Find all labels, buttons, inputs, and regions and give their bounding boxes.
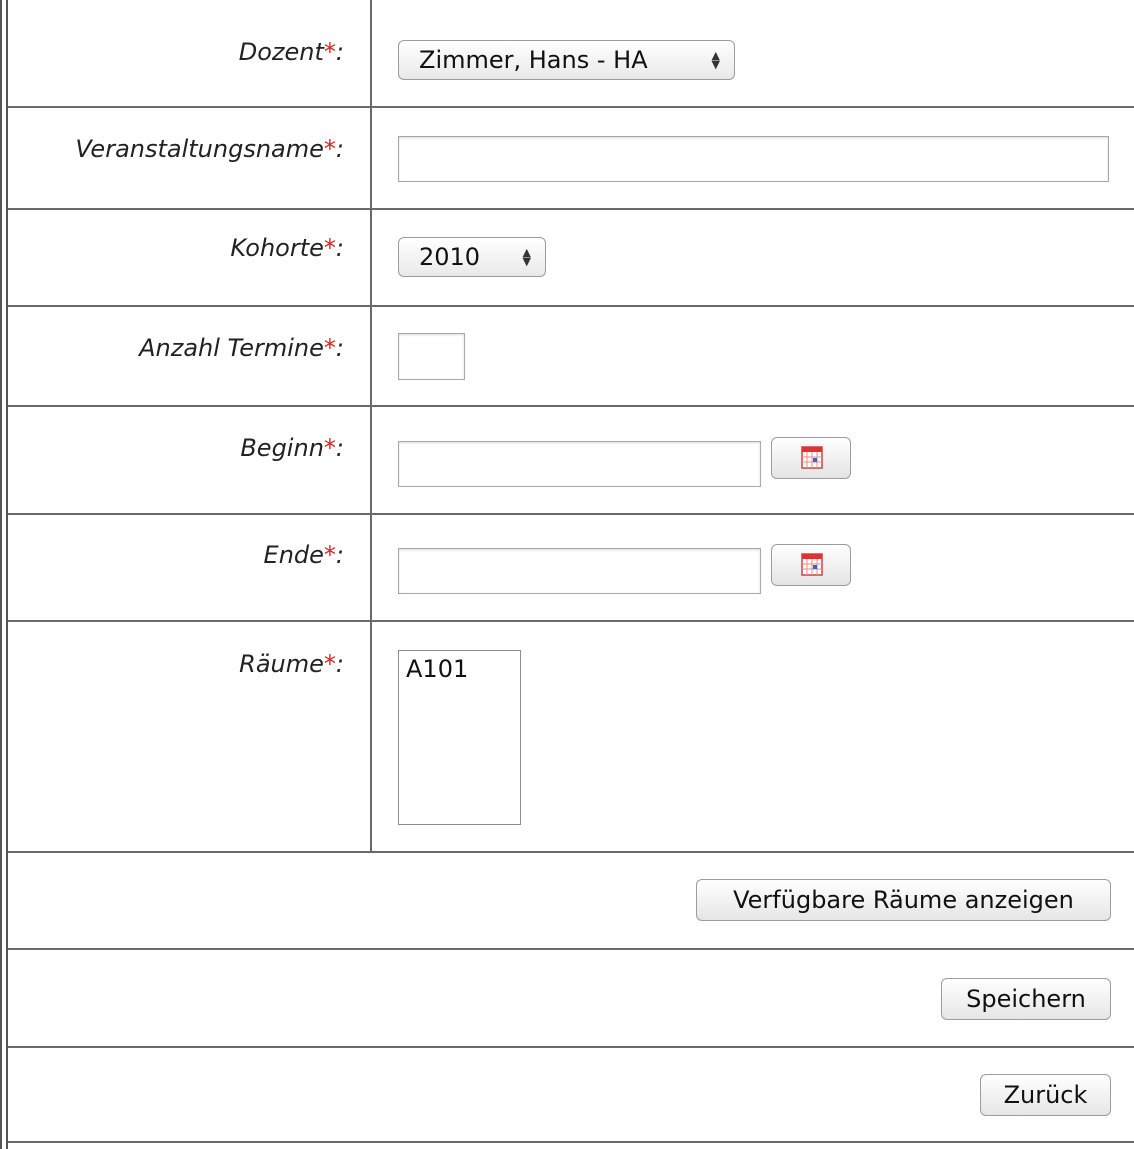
- ende-label: Ende*:: [263, 541, 344, 569]
- required-star: *: [323, 38, 336, 66]
- ende-calendar-button[interactable]: [771, 544, 851, 586]
- row-divider: [8, 405, 1134, 407]
- row-divider: [8, 513, 1134, 515]
- veranstaltungsname-label: Veranstaltungsname*:: [75, 135, 344, 163]
- left-border: [0, 0, 2, 1149]
- kohorte-selected-value: 2010: [419, 243, 481, 271]
- required-star: *: [323, 135, 336, 163]
- anzahl-termine-input[interactable]: [398, 333, 465, 380]
- column-divider: [370, 0, 372, 853]
- row-divider: [8, 948, 1134, 950]
- required-star: *: [323, 334, 336, 362]
- raeume-option[interactable]: A101: [399, 651, 520, 683]
- updown-arrows-icon: ▲ ▼: [711, 49, 720, 71]
- raeume-label: Räume*:: [239, 650, 344, 678]
- required-star: *: [323, 650, 336, 678]
- dozent-selected-value: Zimmer, Hans - HA: [419, 46, 648, 74]
- left-border-inner: [6, 0, 8, 1149]
- row-divider: [8, 620, 1134, 622]
- row-divider: [8, 305, 1134, 307]
- required-star: *: [323, 434, 336, 462]
- required-star: *: [323, 234, 336, 262]
- ende-date-input[interactable]: [398, 548, 761, 594]
- beginn-calendar-button[interactable]: [771, 437, 851, 479]
- dozent-select[interactable]: Zimmer, Hans - HA ▲ ▼: [398, 40, 735, 80]
- back-button[interactable]: Zurück: [980, 1074, 1111, 1116]
- course-form: Dozent*: Zimmer, Hans - HA ▲ ▼ Veranstalt…: [0, 0, 1134, 1149]
- show-available-rooms-button[interactable]: Verfügbare Räume anzeigen: [696, 879, 1111, 921]
- save-button[interactable]: Speichern: [941, 978, 1111, 1020]
- row-divider: [8, 1141, 1134, 1143]
- beginn-date-input[interactable]: [398, 441, 761, 487]
- row-divider: [8, 851, 1134, 853]
- dozent-label: Dozent*:: [238, 38, 344, 66]
- anzahl-termine-label: Anzahl Termine*:: [139, 334, 344, 362]
- updown-arrows-icon: ▲ ▼: [522, 246, 531, 268]
- row-divider: [8, 208, 1134, 210]
- raeume-listbox[interactable]: A101: [398, 650, 521, 825]
- calendar-icon: [801, 553, 823, 576]
- row-divider: [8, 1046, 1134, 1048]
- row-divider: [8, 106, 1134, 108]
- beginn-label: Beginn*:: [240, 434, 344, 462]
- required-star: *: [323, 541, 336, 569]
- kohorte-label: Kohorte*:: [230, 234, 344, 262]
- veranstaltungsname-input[interactable]: [398, 136, 1109, 182]
- calendar-icon: [801, 446, 823, 469]
- kohorte-select[interactable]: 2010 ▲ ▼: [398, 237, 546, 277]
